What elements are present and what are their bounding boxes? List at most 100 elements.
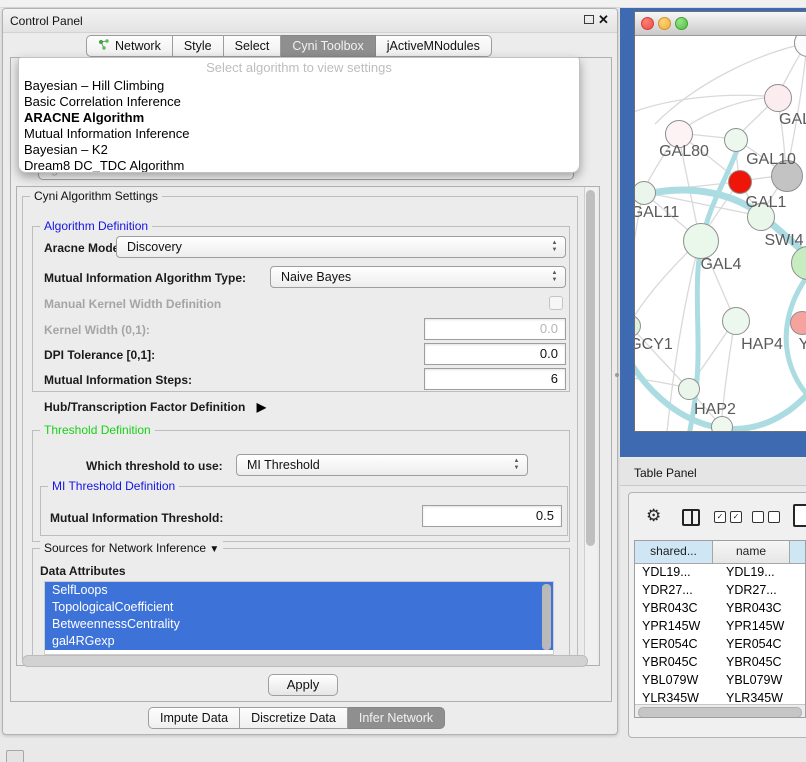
tab-select-label: Select (235, 39, 270, 53)
table-row[interactable]: YBR043CYBR043C (635, 599, 806, 617)
attributes-list-scrollbar-thumb[interactable] (542, 584, 551, 650)
algorithm-item-dream8-dc-tdc-algorithm[interactable]: Dream8 DC_TDC Algorithm (19, 158, 579, 173)
tab-jactivemnodules[interactable]: jActiveMNodules (376, 35, 492, 57)
table-cell: YBR043C (719, 599, 802, 617)
float-window-icon[interactable] (584, 15, 594, 24)
network-node[interactable] (678, 378, 700, 400)
which-threshold-combo[interactable]: MI Threshold ▲▼ (236, 454, 528, 476)
attribute-item-topologicalcoefficient[interactable]: TopologicalCoefficient (45, 599, 553, 616)
network-node[interactable] (683, 223, 719, 259)
table-row[interactable]: YBR045CYBR045C9. (635, 653, 806, 671)
aracne-mode-value: Discovery (127, 240, 182, 254)
select-all-checks-icon[interactable]: ✓✓ (714, 511, 742, 523)
settings-scrollbar-thumb[interactable] (586, 190, 595, 546)
mi-algorithm-type-combo[interactable]: Naive Bayes ▲▼ (270, 266, 566, 288)
tab-network[interactable]: Network (86, 35, 173, 57)
table-cell: 12 (802, 581, 806, 599)
tab-select[interactable]: Select (224, 35, 282, 57)
node-label-gcy1: GCY1 (635, 336, 673, 354)
control-panel-title: Control Panel (10, 14, 83, 28)
attribute-item-betweennesscentrality[interactable]: BetweennessCentrality (45, 616, 553, 633)
table-row[interactable]: YER054CYER054C8. (635, 635, 806, 653)
manual-kernel-width-label: Manual Kernel Width Definition (44, 297, 221, 311)
table-row[interactable]: YPR145WYPR145W9. (635, 617, 806, 635)
algorithm-item-bayesian-k2[interactable]: Bayesian – K2 (19, 142, 579, 158)
algorithm-item-bayesian-hill-climbing[interactable]: Bayesian – Hill Climbing (19, 78, 579, 94)
bottom-tab-infer-network[interactable]: Infer Network (348, 707, 445, 729)
split-columns-icon[interactable] (682, 509, 700, 526)
control-panel-tabs: Network Style Select Cyni Toolbox jActiveMNo… (86, 35, 492, 57)
node-label-gal10: GAL10 (746, 151, 796, 169)
table-row[interactable]: YBL079WYBL079W (635, 671, 806, 689)
network-glyph-icon (98, 39, 110, 54)
table-row[interactable]: YDR27...YDR27...12 (635, 581, 806, 599)
mi-steps-field[interactable]: 6 (424, 368, 566, 390)
table-cell: YBR045C (719, 653, 802, 671)
stepper-arrows-icon: ▲▼ (550, 270, 559, 284)
bottom-tab-impute-data[interactable]: Impute Data (148, 707, 240, 729)
tab-cyni-toolbox-label: Cyni Toolbox (292, 39, 363, 53)
sources-group-toggle[interactable]: Sources for Network Inference ▼ (40, 541, 223, 555)
panel-resize-handle[interactable] (615, 373, 619, 377)
table-cell: YDL19... (635, 563, 719, 581)
sources-group-title: Sources for Network Inference (44, 541, 206, 555)
column-header-a[interactable]: A (790, 541, 806, 564)
application-root: Control Panel ✕ Network Style Select Cyni T… (0, 0, 806, 762)
bottom-tab-impute-data-label: Impute Data (160, 711, 228, 725)
table-cell: 9. (802, 653, 806, 671)
table-cell: YPR145W (635, 617, 719, 635)
network-canvas[interactable]: GALGAL80GAL10GAL1GAL11SWI4GAL4GCY1HAP4YH… (635, 36, 806, 431)
network-node[interactable] (728, 170, 752, 194)
stepper-arrows-icon: ▲▼ (550, 240, 559, 254)
table-horizontal-scrollbar-thumb[interactable] (638, 707, 802, 718)
document-icon[interactable] (793, 504, 806, 527)
mi-algorithm-type-label: Mutual Information Algorithm Type: (44, 271, 246, 285)
hub-definition-toggle[interactable]: Hub/Transcription Factor Definition ▶ (44, 400, 266, 414)
algorithm-item-basic-correlation-inference[interactable]: Basic Correlation Inference (19, 94, 579, 110)
network-node[interactable] (764, 84, 792, 112)
cyni-algorithm-settings-title: Cyni Algorithm Settings (30, 189, 162, 203)
table-body: YDL19...YDL19...13YDR27...YDR27...12YBR0… (635, 563, 806, 718)
bottom-tab-discretize-data-label: Discretize Data (251, 711, 336, 725)
table-cell: 13 (802, 563, 806, 581)
control-panel-titlebar (3, 9, 617, 33)
table-settings-gear-icon[interactable]: ⚙ (646, 506, 661, 526)
tab-style[interactable]: Style (173, 35, 224, 57)
network-node[interactable] (724, 128, 748, 152)
table-cell: 9. (802, 617, 806, 635)
algorithm-item-aracne-algorithm[interactable]: ARACNE Algorithm (19, 110, 579, 126)
apply-button[interactable]: Apply (268, 674, 338, 696)
attribute-item-gal4rgexp[interactable]: gal4RGexp (45, 633, 553, 650)
table-row[interactable]: YDL19...YDL19...13 (635, 563, 806, 581)
tab-network-label: Network (115, 39, 161, 53)
attributes-horizontal-scrollbar[interactable] (22, 655, 588, 667)
manual-kernel-width-checkbox[interactable] (549, 296, 563, 310)
tab-cyni-toolbox[interactable]: Cyni Toolbox (281, 35, 375, 57)
node-label-gal1: GAL1 (746, 194, 787, 212)
node-label-gal11: GAL11 (635, 204, 679, 222)
attribute-item-selfloops[interactable]: SelfLoops (45, 582, 553, 599)
table-panel-title: Table Panel (634, 466, 697, 480)
minimized-panel-button[interactable] (6, 750, 24, 762)
dpi-tolerance-field[interactable]: 0.0 (424, 343, 566, 365)
minimize-traffic-light-icon[interactable] (658, 17, 671, 30)
network-node[interactable] (722, 307, 750, 335)
node-label-hap4: HAP4 (741, 336, 783, 354)
node-label-gal: GAL (779, 111, 806, 129)
bottom-tab-discretize-data[interactable]: Discretize Data (240, 707, 348, 729)
aracne-mode-combo[interactable]: Discovery ▲▼ (116, 236, 566, 258)
kernel-width-field[interactable]: 0.0 (424, 318, 566, 340)
node-table: shared...nameA YDL19...YDL19...13YDR27..… (634, 540, 806, 718)
deselect-boxes-icon[interactable] (752, 511, 780, 523)
algorithm-item-mutual-information-inference[interactable]: Mutual Information Inference (19, 126, 579, 142)
tab-style-label: Style (184, 39, 212, 53)
mi-threshold-field[interactable]: 0.5 (422, 505, 562, 527)
column-header-name[interactable]: name (713, 541, 790, 564)
node-label-y: Y (799, 336, 806, 354)
hub-definition-label: Hub/Transcription Factor Definition (44, 400, 245, 414)
table-cell (802, 599, 806, 617)
column-header-shared[interactable]: shared... (635, 541, 713, 564)
close-icon[interactable]: ✕ (598, 12, 609, 28)
zoom-traffic-light-icon[interactable] (675, 17, 688, 30)
close-traffic-light-icon[interactable] (641, 17, 654, 30)
